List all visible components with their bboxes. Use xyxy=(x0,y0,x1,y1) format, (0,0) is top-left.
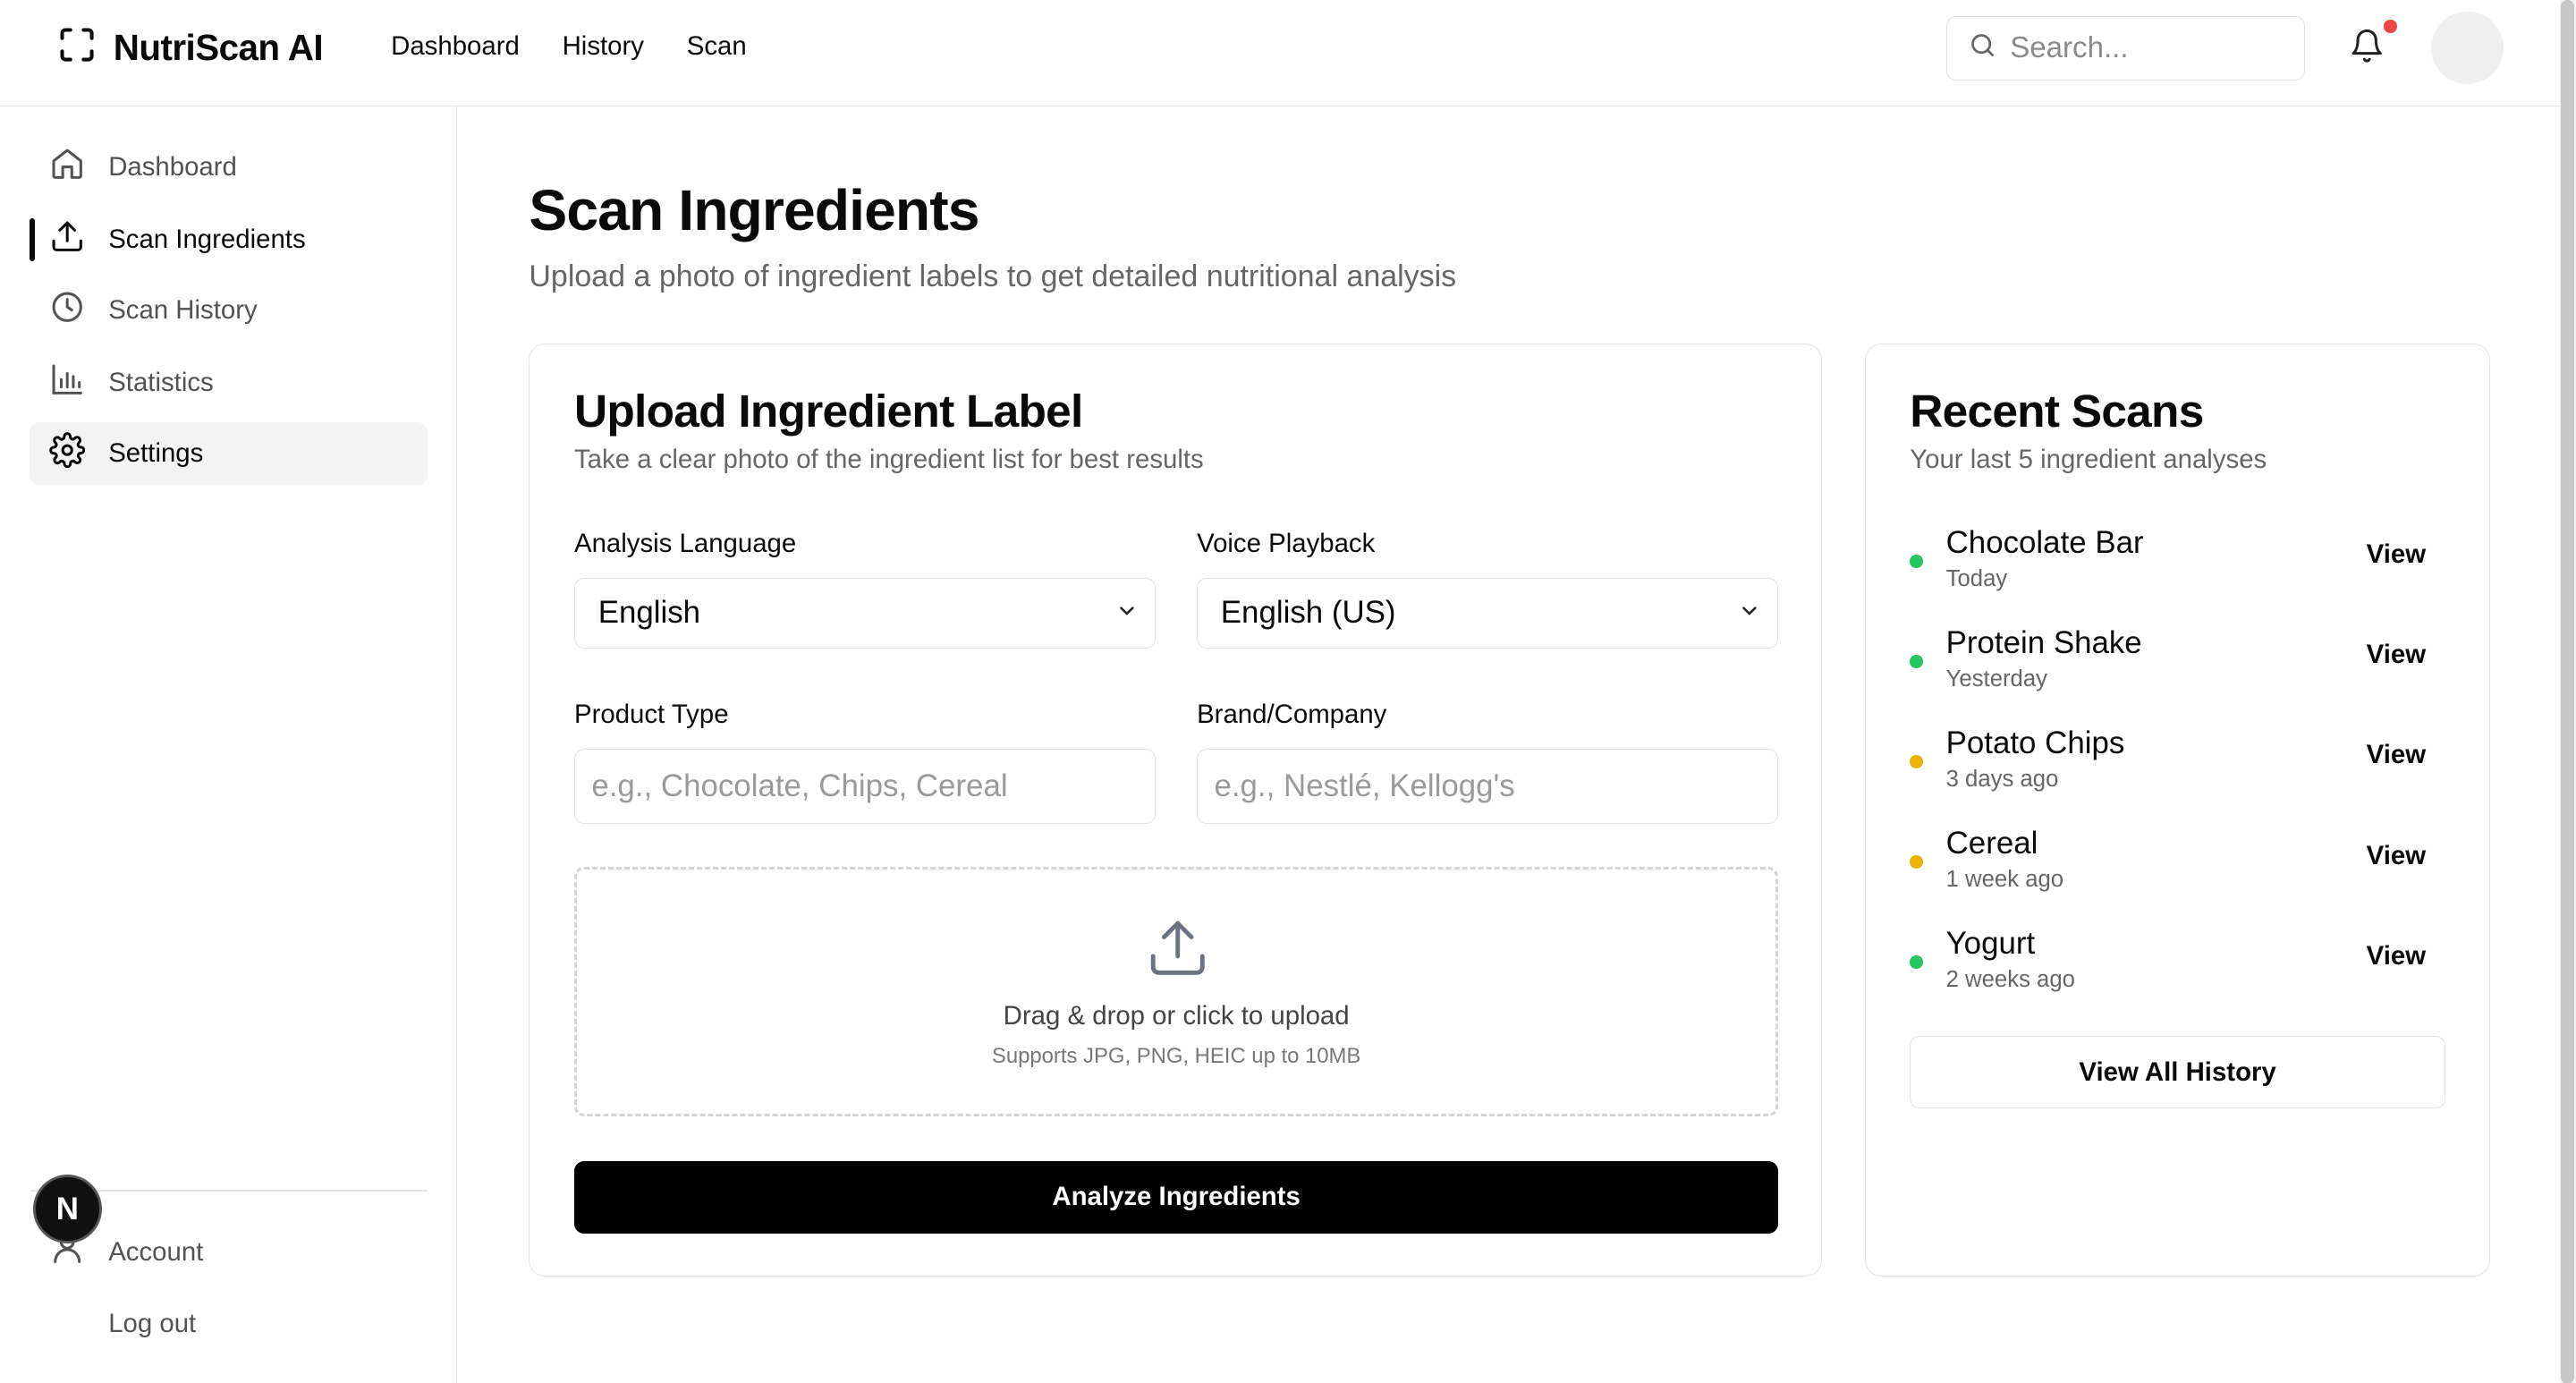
voice-playback-value: English (US) xyxy=(1220,595,1396,631)
analysis-language-label: Analysis Language xyxy=(573,528,797,558)
scan-name: Cereal xyxy=(1945,826,2038,861)
view-button[interactable]: View xyxy=(2347,539,2445,570)
sidebar-item-statistics[interactable]: Statistics xyxy=(30,352,427,414)
brand-label: Brand/Company xyxy=(1197,699,1387,729)
scan-date: Today xyxy=(1945,565,2008,591)
search-box[interactable] xyxy=(1946,16,2305,81)
topnav-scan-link[interactable]: Scan xyxy=(687,31,747,62)
scan-name: Chocolate Bar xyxy=(1945,524,2144,560)
chevron-down-icon xyxy=(1738,595,1761,631)
list-item: Yogurt 2 weeks ago View xyxy=(1910,926,2445,1008)
product-type-label: Product Type xyxy=(573,699,729,729)
user-avatar[interactable] xyxy=(2431,11,2504,84)
scan-frame-icon xyxy=(57,25,97,72)
topnav-history-link[interactable]: History xyxy=(563,31,644,62)
scan-name: Protein Shake xyxy=(1945,624,2142,660)
upload-dropzone[interactable]: Drag & drop or click to upload Supports … xyxy=(573,866,1779,1117)
voice-playback-label: Voice Playback xyxy=(1197,528,1376,558)
sidebar-item-label: Log out xyxy=(108,1309,197,1339)
page-title: Scan Ingredients xyxy=(529,178,979,243)
sidebar-item-label: Scan History xyxy=(108,295,258,326)
brand[interactable]: NutriScan AI xyxy=(57,25,324,72)
scan-date: 3 days ago xyxy=(1945,766,2059,792)
scan-date: 2 weeks ago xyxy=(1945,966,2075,992)
top-nav-links: Dashboard History Scan xyxy=(391,31,747,62)
view-button[interactable]: View xyxy=(2347,941,2445,971)
status-dot xyxy=(1910,554,1923,568)
list-item: Protein Shake Yesterday View xyxy=(1910,625,2445,708)
view-button[interactable]: View xyxy=(2347,640,2445,670)
recent-scans-card: Recent Scans Your last 5 ingredient anal… xyxy=(1864,343,2491,1277)
brand-input[interactable] xyxy=(1197,748,1779,825)
clock-icon xyxy=(49,289,85,332)
upload-card: Upload Ingredient Label Take a clear pho… xyxy=(529,343,1822,1277)
sidebar-item-label: Scan Ingredients xyxy=(108,225,306,255)
sidebar-item-label: Dashboard xyxy=(108,152,237,182)
home-icon xyxy=(49,146,85,189)
sidebar-item-label: Statistics xyxy=(108,367,214,397)
upload-icon xyxy=(49,218,85,261)
sidebar-item-label: Settings xyxy=(108,437,204,468)
top-navbar: NutriScan AI Dashboard History Scan xyxy=(0,0,2563,107)
sidebar-item-settings[interactable]: Settings xyxy=(30,422,428,485)
analyze-ingredients-button[interactable]: Analyze Ingredients xyxy=(573,1160,1779,1234)
search-input[interactable] xyxy=(2010,31,2274,66)
bell-icon[interactable] xyxy=(2349,28,2388,67)
recent-scans-subtitle: Your last 5 ingredient analyses xyxy=(1910,444,2267,474)
view-all-history-button[interactable]: View All History xyxy=(1910,1036,2445,1108)
scan-date: 1 week ago xyxy=(1945,866,2064,892)
dropzone-hint: Supports JPG, PNG, HEIC up to 10MB xyxy=(991,1043,1361,1068)
scan-date: Yesterday xyxy=(1945,666,2047,692)
search-icon xyxy=(1968,30,1997,67)
scan-name: Potato Chips xyxy=(1945,725,2125,760)
status-dot xyxy=(1910,955,1923,969)
notification-dot xyxy=(2384,20,2397,33)
bar-chart-icon xyxy=(49,361,85,404)
chevron-down-icon xyxy=(1115,595,1139,631)
analysis-language-select[interactable]: English xyxy=(573,577,1157,649)
sidebar-item-label: Account xyxy=(108,1236,204,1267)
topnav-dashboard-link[interactable]: Dashboard xyxy=(391,31,520,62)
dropzone-title: Drag & drop or click to upload xyxy=(1003,1000,1350,1031)
view-button[interactable]: View xyxy=(2347,841,2445,871)
scrollbar-thumb[interactable] xyxy=(2561,0,2575,1383)
sidebar-item-logout[interactable]: Log out xyxy=(30,1293,427,1355)
list-item: Cereal 1 week ago View xyxy=(1910,826,2445,908)
sidebar-item-scan-history[interactable]: Scan History xyxy=(30,279,427,342)
status-dot xyxy=(1910,654,1923,668)
list-item: Chocolate Bar Today View xyxy=(1910,525,2445,607)
scan-name: Yogurt xyxy=(1945,926,2036,962)
recent-scans-title: Recent Scans xyxy=(1910,384,2204,437)
upload-card-subtitle: Take a clear photo of the ingredient lis… xyxy=(573,444,1204,474)
voice-playback-select[interactable]: English (US) xyxy=(1197,577,1779,649)
n-badge[interactable]: N xyxy=(32,1175,102,1244)
app-name: NutriScan AI xyxy=(113,27,324,69)
sidebar-item-scan-ingredients[interactable]: Scan Ingredients xyxy=(30,208,427,271)
gear-icon xyxy=(49,431,86,475)
upload-icon xyxy=(1145,915,1210,988)
sidebar-item-dashboard[interactable]: Dashboard xyxy=(30,136,427,199)
status-dot xyxy=(1910,855,1923,869)
list-item: Potato Chips 3 days ago View xyxy=(1910,725,2445,808)
analysis-language-value: English xyxy=(597,595,701,631)
view-button[interactable]: View xyxy=(2347,740,2445,770)
page-subtitle: Upload a photo of ingredient labels to g… xyxy=(529,259,1457,294)
product-type-input[interactable] xyxy=(573,748,1157,825)
upload-card-title: Upload Ingredient Label xyxy=(573,384,1083,437)
status-dot xyxy=(1910,755,1923,768)
